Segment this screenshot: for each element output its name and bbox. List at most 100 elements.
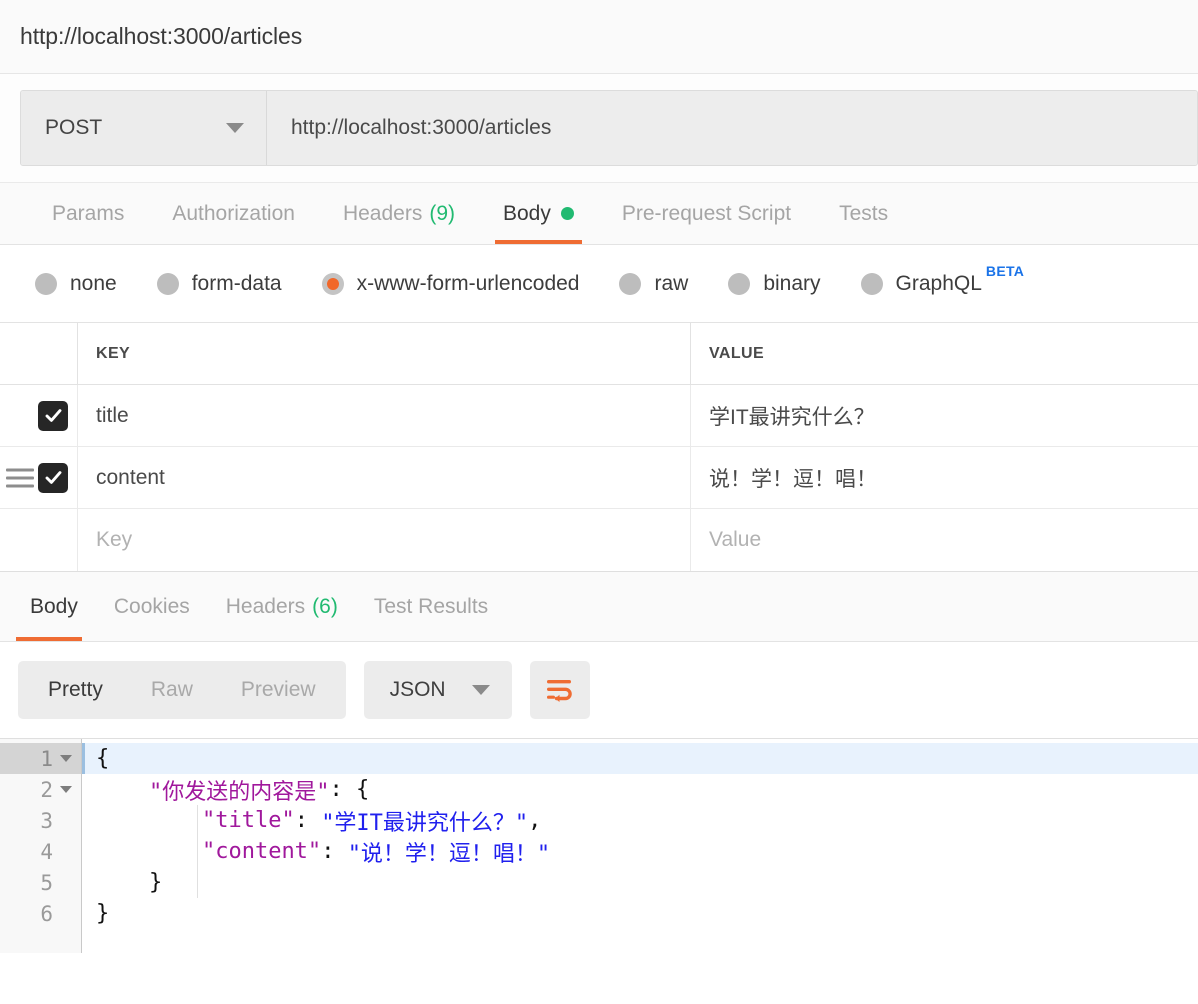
body-type-form-data[interactable]: form-data: [156, 271, 282, 296]
body-type-x-www-form-urlencoded[interactable]: x-www-form-urlencoded: [321, 271, 580, 296]
tab-tests-label: Tests: [839, 201, 889, 225]
radio-icon: [35, 272, 57, 295]
body-type-none[interactable]: none: [35, 272, 117, 296]
view-mode-segmented-control: Pretty Raw Preview: [18, 661, 346, 719]
view-mode-preview[interactable]: Preview: [217, 661, 340, 719]
code-line: }: [96, 870, 163, 895]
line-number: 2: [0, 774, 81, 805]
tab-body[interactable]: Body: [479, 183, 598, 244]
tab-pre-request-script[interactable]: Pre-request Script: [598, 183, 815, 244]
request-tab-bar: Params Authorization Headers (9) Body Pr…: [0, 183, 1198, 245]
tab-authorization-label: Authorization: [172, 201, 295, 225]
response-tab-cookies[interactable]: Cookies: [96, 572, 208, 641]
response-tab-headers-label: Headers: [225, 594, 306, 618]
row-value-input[interactable]: 学IT最讲究什么？: [691, 385, 1198, 446]
radio-icon: [156, 272, 179, 295]
response-format-label: JSON: [389, 678, 446, 701]
chevron-down-icon: [226, 123, 244, 133]
request-url-input[interactable]: http://localhost:3000/articles: [267, 91, 1197, 165]
tab-pre-request-script-label: Pre-request Script: [621, 201, 792, 225]
radio-icon: [619, 272, 642, 295]
response-tab-body-label: Body: [30, 594, 78, 618]
body-type-raw[interactable]: raw: [619, 272, 688, 296]
header-check-cell: [0, 323, 78, 384]
new-row-key-input[interactable]: Key: [78, 509, 691, 571]
response-tab-headers-count: (6): [312, 594, 338, 618]
response-tab-test-results-label: Test Results: [373, 594, 489, 618]
radio-icon: [860, 272, 883, 295]
table-new-row[interactable]: Key Value: [0, 509, 1198, 571]
code-content[interactable]: { "你发送的内容是": { "title": "学IT最讲究什么？", "co…: [82, 739, 1198, 953]
method-url-group: POST http://localhost:3000/articles: [20, 90, 1198, 166]
body-type-binary[interactable]: binary: [728, 272, 821, 296]
row-checkbox-checked[interactable]: [38, 462, 68, 493]
column-header-value: VALUE: [709, 344, 765, 362]
response-tab-cookies-label: Cookies: [113, 594, 190, 618]
tab-params-label: Params: [52, 201, 125, 225]
body-type-radio-group: none form-data x-www-form-urlencoded raw…: [0, 245, 1198, 323]
active-response-tab-underline: [16, 637, 82, 641]
table-row[interactable]: content 说！学！逗！唱！: [0, 447, 1198, 509]
tab-headers-count: (9): [429, 201, 455, 225]
row-key-input[interactable]: content: [78, 447, 691, 508]
line-number: 5: [40, 870, 53, 895]
active-tab-underline: [495, 240, 582, 244]
column-header-key: KEY: [78, 323, 691, 384]
code-line: "title": "学IT最讲究什么？",: [201, 808, 542, 836]
line-number: 3: [40, 808, 53, 833]
tab-authorization[interactable]: Authorization: [148, 183, 319, 244]
http-method-dropdown[interactable]: POST: [21, 91, 267, 165]
line-number: 4: [40, 839, 53, 864]
new-row-check-cell: [0, 509, 78, 571]
drag-handle-icon[interactable]: [6, 468, 34, 487]
http-method-label: POST: [45, 116, 103, 139]
tab-headers[interactable]: Headers (9): [319, 183, 479, 244]
radio-selected-icon: [321, 272, 344, 295]
row-checkbox-checked[interactable]: [38, 400, 68, 431]
body-params-table: KEY VALUE title 学IT最讲究什么？ content 说！学！逗！…: [0, 323, 1198, 572]
response-format-dropdown[interactable]: JSON: [363, 661, 512, 719]
code-line: "你发送的内容是": {: [148, 777, 370, 805]
body-type-raw-label: raw: [654, 271, 689, 295]
wrap-text-button[interactable]: [529, 661, 590, 719]
code-line: }: [96, 901, 110, 926]
page-title: http://localhost:3000/articles: [20, 23, 303, 49]
view-mode-pretty[interactable]: Pretty: [24, 661, 127, 719]
tab-params[interactable]: Params: [28, 183, 148, 244]
row-value-input[interactable]: 说！学！逗！唱！: [691, 447, 1198, 508]
body-type-graphql-label: GraphQL: [895, 271, 982, 295]
tab-body-label: Body: [503, 201, 551, 225]
body-status-dot-icon: [560, 207, 574, 220]
response-body-code-viewer[interactable]: 1 2 3 4 5 6 { "你发送的内容是": { "title": "学IT…: [0, 738, 1198, 953]
fold-toggle-icon[interactable]: [60, 786, 72, 793]
new-row-value-input[interactable]: Value: [691, 509, 1198, 571]
tab-headers-label: Headers: [342, 201, 423, 225]
code-line-number-gutter: 1 2 3 4 5 6: [0, 739, 82, 953]
line-number: 6: [40, 901, 53, 926]
response-tab-test-results[interactable]: Test Results: [356, 572, 506, 641]
beta-badge: BETA: [985, 262, 1025, 279]
fold-toggle-icon[interactable]: [60, 755, 72, 762]
body-type-form-data-label: form-data: [191, 271, 282, 295]
radio-icon: [728, 272, 751, 295]
body-type-graphql[interactable]: GraphQL BETA: [860, 263, 1024, 296]
response-tab-bar: Body Cookies Headers (6) Test Results: [0, 572, 1198, 642]
code-line: "content": "说！学！逗！唱！": [201, 839, 551, 867]
table-header-row: KEY VALUE: [0, 323, 1198, 385]
body-type-none-label: none: [70, 271, 117, 295]
view-mode-raw[interactable]: Raw: [127, 661, 217, 719]
response-tab-headers[interactable]: Headers (6): [208, 572, 356, 641]
row-check-cell: [0, 385, 78, 446]
table-row[interactable]: title 学IT最讲究什么？: [0, 385, 1198, 447]
tab-tests[interactable]: Tests: [815, 183, 912, 244]
response-tab-body[interactable]: Body: [12, 572, 96, 641]
body-type-x-www-form-urlencoded-label: x-www-form-urlencoded: [356, 271, 580, 295]
chevron-down-icon: [471, 685, 490, 695]
line-number: 1: [0, 743, 81, 774]
row-key-input[interactable]: title: [78, 385, 691, 446]
window-title-bar: http://localhost:3000/articles: [0, 0, 1198, 74]
code-line: {: [82, 743, 1198, 774]
indent-guide: [197, 805, 198, 898]
response-view-toolbar: Pretty Raw Preview JSON: [0, 642, 1198, 738]
wrap-text-icon: [546, 680, 572, 702]
